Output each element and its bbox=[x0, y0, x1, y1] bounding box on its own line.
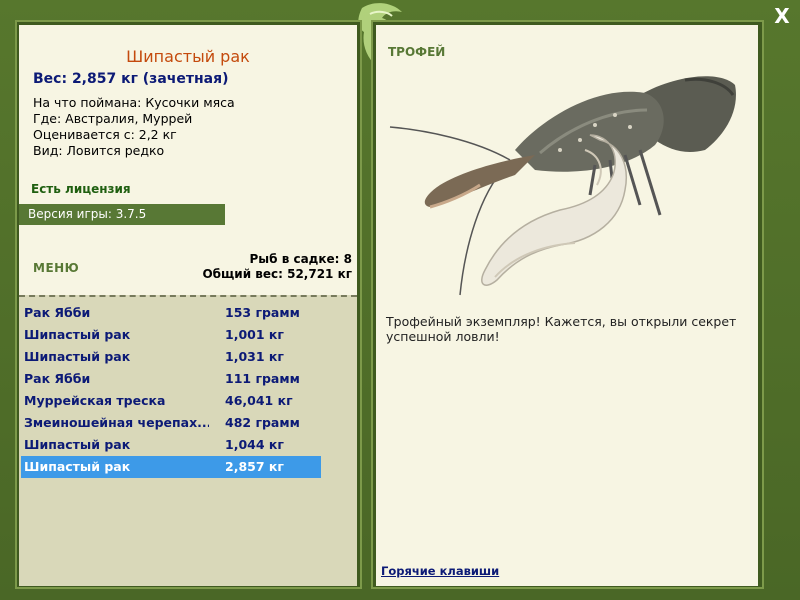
list-item[interactable]: Рак Ябби 153 грамм bbox=[21, 302, 321, 324]
list-item-selected[interactable]: Шипастый рак 2,857 кг bbox=[21, 456, 321, 478]
fish-rated-from: Оценивается с: 2,2 кг bbox=[33, 127, 177, 142]
list-item[interactable]: Рак Ябби 111 грамм bbox=[21, 368, 321, 390]
keepnet-stats: Рыб в садке: 8 Общий вес: 52,721 кг bbox=[150, 252, 352, 282]
fish-kind: Вид: Ловится редко bbox=[33, 143, 165, 158]
menu-button[interactable]: МЕНЮ bbox=[33, 261, 79, 275]
hotkeys-link[interactable]: Горячие клавиши bbox=[381, 564, 499, 578]
catch-name: Рак Ябби bbox=[24, 371, 91, 386]
catch-weight: 153 грамм bbox=[225, 305, 300, 320]
list-item[interactable]: Муррейская треска 46,041 кг bbox=[21, 390, 321, 412]
list-item[interactable]: Змеиношейная черепах... 482 грамм bbox=[21, 412, 321, 434]
keepnet-count: Рыб в садке: 8 bbox=[249, 252, 353, 266]
crayfish-image bbox=[389, 76, 736, 296]
license-status: Есть лицензия bbox=[31, 182, 131, 196]
close-icon: X bbox=[774, 4, 790, 28]
catch-name: Змеиношейная черепах... bbox=[24, 415, 209, 430]
fish-weight: Вес: 2,857 кг (зачетная) bbox=[33, 71, 229, 87]
catch-weight: 46,041 кг bbox=[225, 393, 293, 408]
fish-bait: На что поймана: Кусочки мяса bbox=[33, 95, 235, 110]
catch-weight: 111 грамм bbox=[225, 371, 300, 386]
catch-weight: 482 грамм bbox=[225, 415, 300, 430]
catch-weight: 2,857 кг bbox=[225, 459, 284, 474]
keepnet-total-weight: Общий вес: 52,721 кг bbox=[202, 267, 352, 281]
game-version: Версия игры: 3.7.5 bbox=[19, 204, 225, 225]
catch-name: Шипастый рак bbox=[24, 459, 131, 474]
catch-list: Рак Ябби 153 грамм Шипастый рак 1,001 кг… bbox=[21, 302, 321, 478]
list-item[interactable]: Шипастый рак 1,031 кг bbox=[21, 346, 321, 368]
trophy-message: Трофейный экземпляр! Кажется, вы открыли… bbox=[386, 314, 737, 344]
catch-weight: 1,044 кг bbox=[225, 437, 284, 452]
catch-weight: 1,001 кг bbox=[225, 327, 284, 342]
catch-name: Рак Ябби bbox=[24, 305, 91, 320]
catch-weight: 1,031 кг bbox=[225, 349, 284, 364]
fish-name-title: Шипастый рак bbox=[126, 47, 250, 66]
divider bbox=[19, 295, 357, 297]
catch-name: Шипастый рак bbox=[24, 327, 131, 342]
list-item[interactable]: Шипастый рак 1,001 кг bbox=[21, 324, 321, 346]
catch-name: Шипастый рак bbox=[24, 349, 131, 364]
catch-name: Муррейская треска bbox=[24, 393, 166, 408]
fish-location: Где: Австралия, Муррей bbox=[33, 111, 193, 126]
catch-name: Шипастый рак bbox=[24, 437, 131, 452]
close-button[interactable]: X bbox=[770, 4, 794, 28]
list-item[interactable]: Шипастый рак 1,044 кг bbox=[21, 434, 321, 456]
